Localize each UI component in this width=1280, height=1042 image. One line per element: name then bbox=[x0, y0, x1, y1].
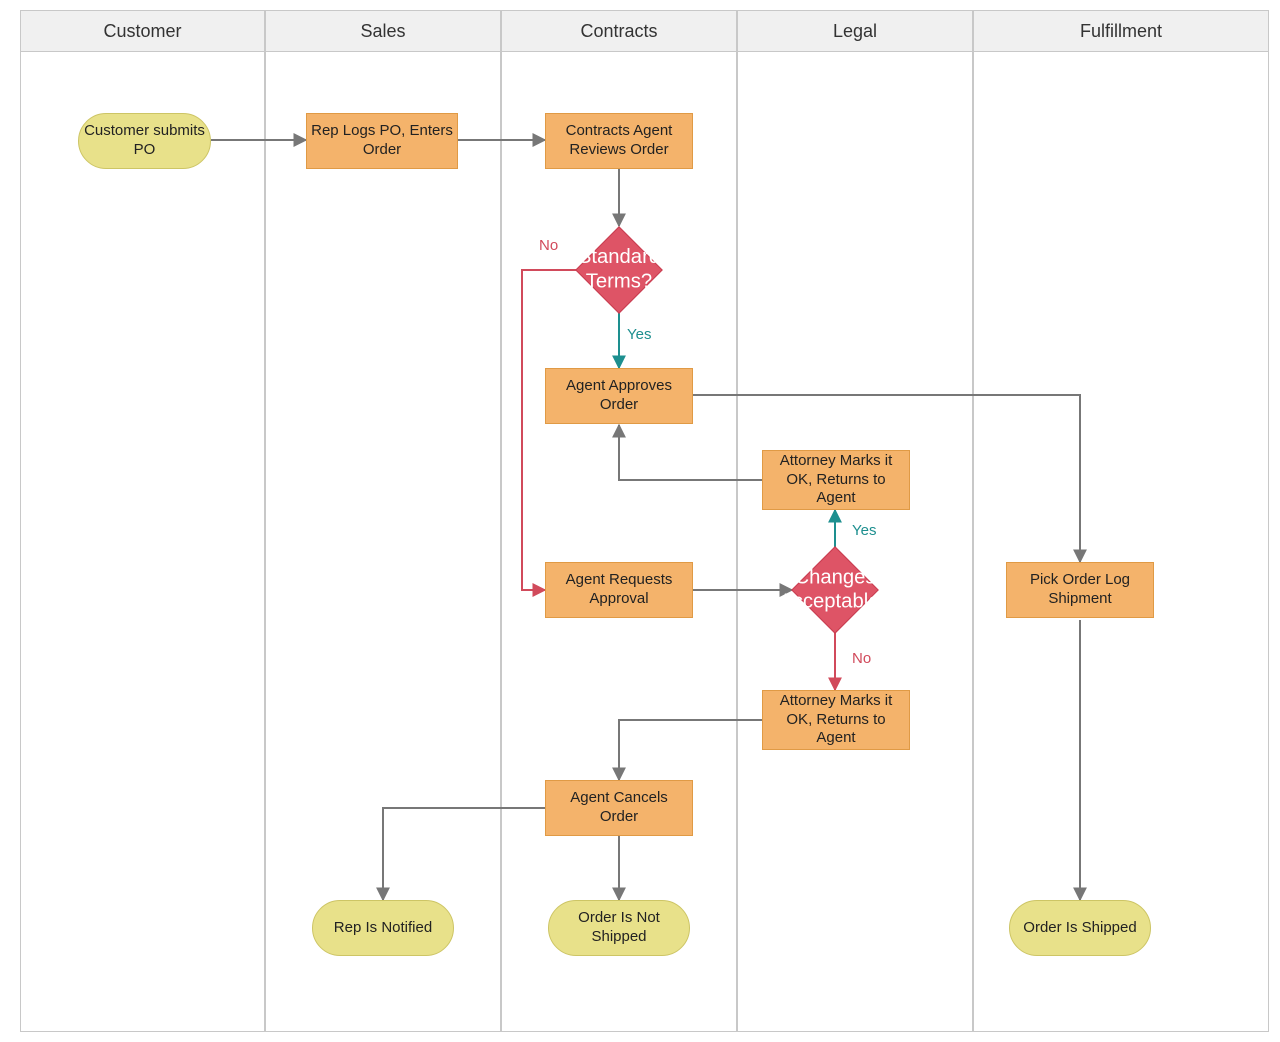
node-pick-order-log: Pick Order Log Shipment bbox=[1006, 562, 1154, 618]
node-standard-terms: Standard Terms? bbox=[588, 239, 650, 301]
node-label: Agent Cancels Order bbox=[550, 789, 688, 827]
node-agent-cancels-order: Agent Cancels Order bbox=[545, 780, 693, 836]
node-label: Agent Requests Approval bbox=[550, 571, 688, 609]
lane-title: Legal bbox=[833, 21, 877, 42]
lane-header-legal: Legal bbox=[737, 10, 973, 52]
lane-title: Sales bbox=[360, 21, 405, 42]
lane-title: Customer bbox=[103, 21, 181, 42]
lane-body-fulfillment bbox=[973, 52, 1269, 1032]
node-order-shipped: Order Is Shipped bbox=[1009, 900, 1151, 956]
node-customer-submits-po: Customer submits PO bbox=[78, 113, 211, 169]
node-label: Customer submits PO bbox=[83, 122, 206, 160]
node-attorney-ok-returns: Attorney Marks it OK, Returns to Agent bbox=[762, 450, 910, 510]
lane-title: Contracts bbox=[580, 21, 657, 42]
node-attorney-ok-returns2: Attorney Marks it OK, Returns to Agent bbox=[762, 690, 910, 750]
lane-title: Fulfillment bbox=[1080, 21, 1162, 42]
lane-header-contracts: Contracts bbox=[501, 10, 737, 52]
node-label: Pick Order Log Shipment bbox=[1011, 571, 1149, 609]
lane-body-sales bbox=[265, 52, 501, 1032]
node-agent-approves-order: Agent Approves Order bbox=[545, 368, 693, 424]
lane-body-contracts bbox=[501, 52, 737, 1032]
node-order-not-shipped: Order Is Not Shipped bbox=[548, 900, 690, 956]
swimlane-flowchart: Customer Sales Contracts Legal Fulfillme… bbox=[0, 0, 1280, 1042]
lane-body-legal bbox=[737, 52, 973, 1032]
node-agent-reviews-order: Contracts Agent Reviews Order bbox=[545, 113, 693, 169]
node-label: Order Is Shipped bbox=[1023, 919, 1136, 938]
lane-header-sales: Sales bbox=[265, 10, 501, 52]
node-label: Contracts Agent Reviews Order bbox=[550, 122, 688, 160]
node-label: Rep Logs PO, Enters Order bbox=[311, 122, 453, 160]
node-label: Standard Terms? bbox=[577, 228, 661, 312]
lane-header-customer: Customer bbox=[20, 10, 265, 52]
node-rep-notified: Rep Is Notified bbox=[312, 900, 454, 956]
node-rep-logs-po: Rep Logs PO, Enters Order bbox=[306, 113, 458, 169]
edge-label-yes: Yes bbox=[852, 522, 876, 539]
node-label: Changes Acceptable? bbox=[793, 548, 877, 632]
edge-label-yes: Yes bbox=[627, 326, 651, 343]
node-label: Agent Approves Order bbox=[550, 377, 688, 415]
node-label: Attorney Marks it OK, Returns to Agent bbox=[767, 452, 905, 508]
lane-header-fulfillment: Fulfillment bbox=[973, 10, 1269, 52]
node-label: Rep Is Notified bbox=[334, 919, 432, 938]
lane-body-customer bbox=[20, 52, 265, 1032]
edge-label-no: No bbox=[852, 650, 871, 667]
node-label: Order Is Not Shipped bbox=[553, 909, 685, 947]
edge-label-no: No bbox=[539, 237, 558, 254]
node-changes-acceptable: Changes Acceptable? bbox=[804, 559, 866, 621]
node-label: Attorney Marks it OK, Returns to Agent bbox=[767, 692, 905, 748]
node-agent-requests-approval: Agent Requests Approval bbox=[545, 562, 693, 618]
